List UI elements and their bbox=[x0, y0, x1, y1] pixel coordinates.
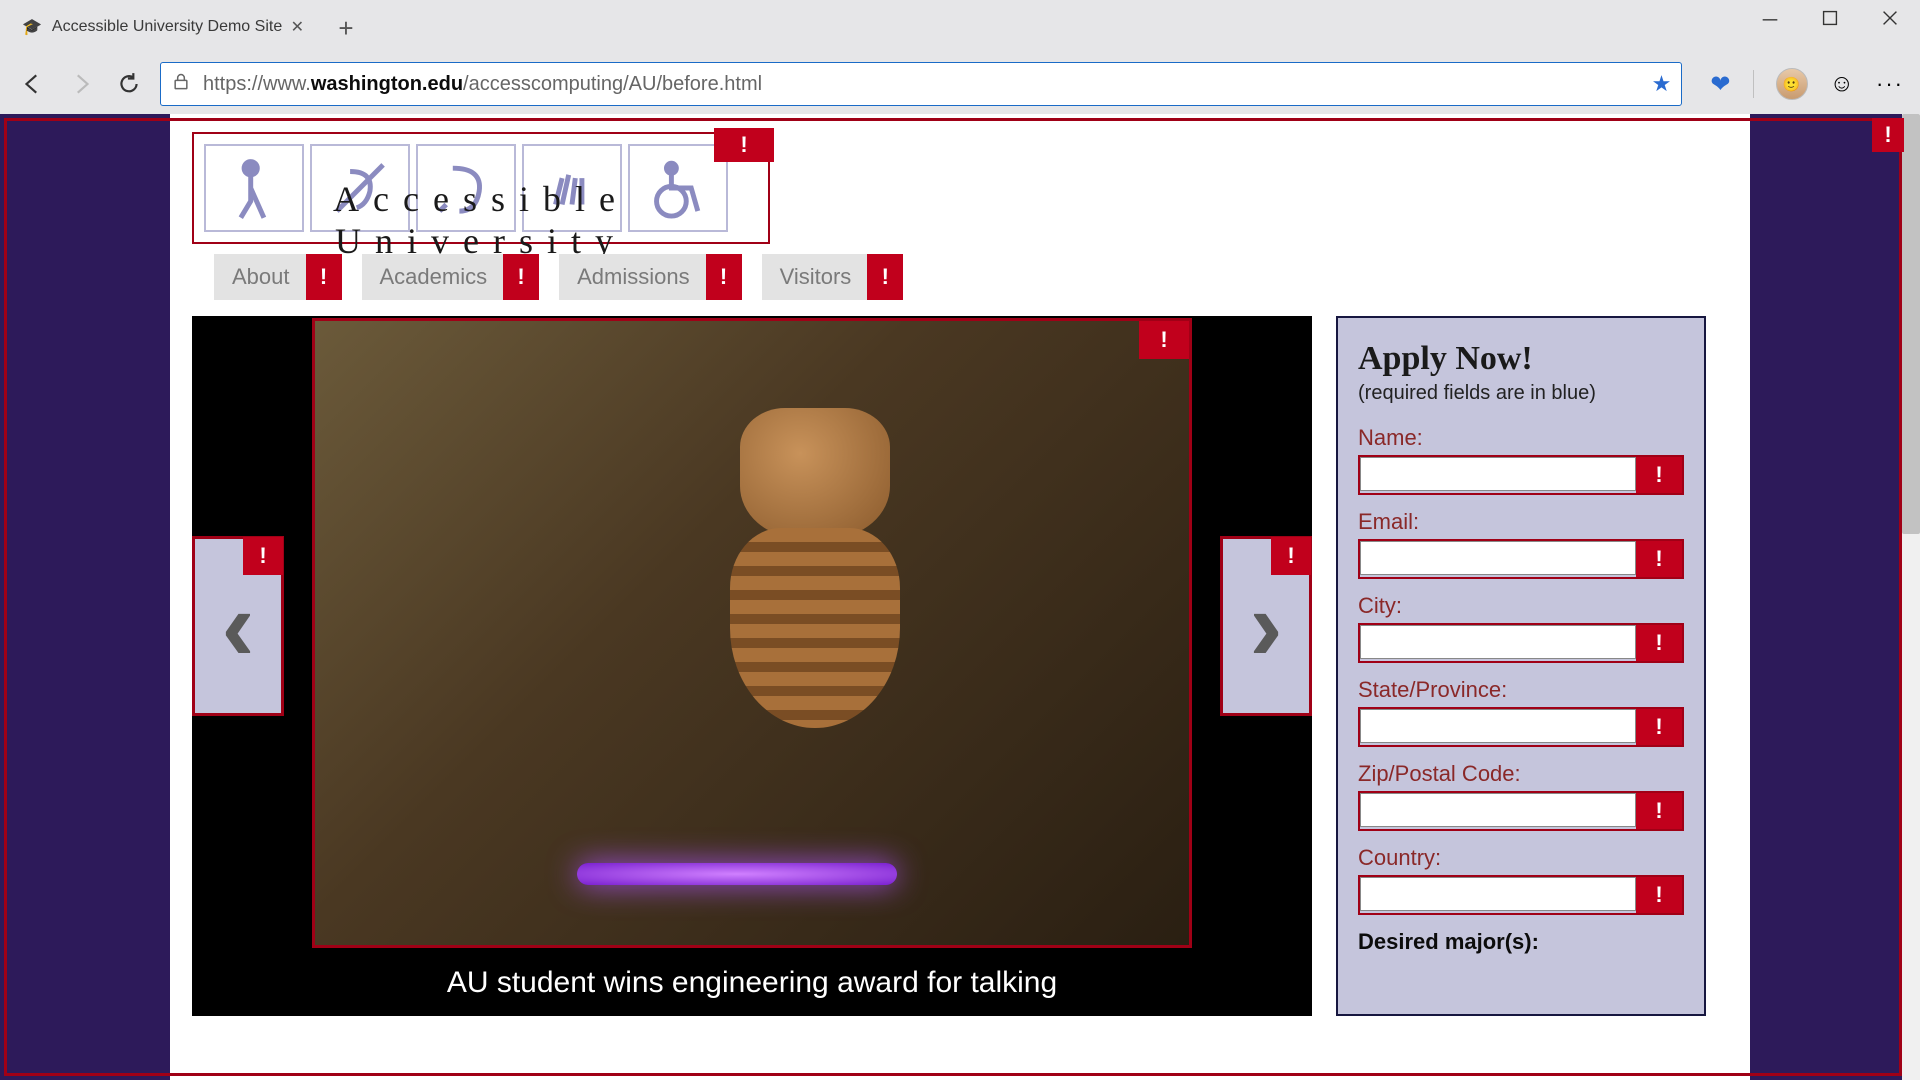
label-city: City: bbox=[1358, 593, 1684, 619]
favorites-icon[interactable]: ❤ bbox=[1710, 70, 1730, 99]
favicon-icon: 🎓 bbox=[22, 17, 42, 37]
logo-icon-sign-language bbox=[522, 144, 622, 232]
tab-title: Accessible University Demo Site bbox=[52, 18, 283, 36]
carousel-caption: AU student wins engineering award for ta… bbox=[447, 966, 1057, 1000]
carousel: ! ‹ ! › ! AU student wins engineering aw… bbox=[192, 316, 1312, 1016]
logo-icon-ear bbox=[416, 144, 516, 232]
field-country: Country: ! bbox=[1358, 845, 1684, 915]
input-email[interactable] bbox=[1360, 541, 1636, 575]
label-state: State/Province: bbox=[1358, 677, 1684, 703]
field-state: State/Province: ! bbox=[1358, 677, 1684, 747]
majors-label: Desired major(s): bbox=[1358, 929, 1684, 955]
chevron-right-icon: › bbox=[1249, 576, 1282, 676]
label-zip: Zip/Postal Code: bbox=[1358, 761, 1684, 787]
error-badge-nav[interactable]: ! bbox=[867, 254, 903, 300]
nav-admissions[interactable]: Admissions ! bbox=[559, 254, 741, 300]
accessibility-error-badge[interactable]: ! bbox=[1872, 118, 1904, 152]
label-name: Name: bbox=[1358, 425, 1684, 451]
close-window-button[interactable] bbox=[1860, 0, 1920, 36]
apply-form: Apply Now! (required fields are in blue)… bbox=[1336, 316, 1706, 1016]
error-badge-arrow[interactable]: ! bbox=[243, 537, 283, 575]
refresh-button[interactable] bbox=[112, 67, 146, 101]
nav-about[interactable]: About ! bbox=[214, 254, 342, 300]
carousel-prev-button[interactable]: ‹ ! bbox=[192, 536, 284, 716]
toolbar-right: ❤ 🙂 ☺ ··· bbox=[1710, 68, 1904, 100]
favorite-star-icon[interactable]: ★ bbox=[1652, 71, 1672, 97]
minimize-button[interactable] bbox=[1740, 0, 1800, 36]
more-icon[interactable]: ··· bbox=[1876, 71, 1904, 97]
browser-toolbar: https://www.washington.edu/accesscomputi… bbox=[0, 54, 1920, 114]
divider bbox=[1753, 70, 1754, 98]
forward-button[interactable] bbox=[64, 67, 98, 101]
field-zip: Zip/Postal Code: ! bbox=[1358, 761, 1684, 831]
titlebar: 🎓 Accessible University Demo Site ✕ + bbox=[0, 0, 1920, 54]
logo-icon-no-hearing bbox=[310, 144, 410, 232]
feedback-icon[interactable]: ☺ bbox=[1830, 70, 1855, 98]
page-viewport: ! Accessible University ! About ! bbox=[0, 114, 1920, 1080]
input-state[interactable] bbox=[1360, 709, 1636, 743]
required-note: (required fields are in blue) bbox=[1358, 382, 1684, 405]
carousel-next-button[interactable]: › ! bbox=[1220, 536, 1312, 716]
main-nav: About ! Academics ! Admissions ! Visitor… bbox=[214, 254, 1728, 300]
error-badge-nav[interactable]: ! bbox=[706, 254, 742, 300]
browser-window: 🎓 Accessible University Demo Site ✕ + bbox=[0, 0, 1920, 1080]
browser-tab[interactable]: 🎓 Accessible University Demo Site ✕ bbox=[8, 6, 318, 48]
error-badge-nav[interactable]: ! bbox=[306, 254, 342, 300]
chevron-left-icon: ‹ bbox=[221, 576, 254, 676]
scrollbar-thumb[interactable] bbox=[1902, 114, 1920, 534]
scrollbar[interactable] bbox=[1902, 114, 1920, 1080]
form-heading: Apply Now! bbox=[1358, 340, 1684, 378]
window-controls bbox=[1740, 0, 1920, 36]
input-zip[interactable] bbox=[1360, 793, 1636, 827]
maximize-button[interactable] bbox=[1800, 0, 1860, 36]
close-tab-icon[interactable]: ✕ bbox=[291, 17, 304, 37]
back-button[interactable] bbox=[16, 67, 50, 101]
logo-icon-wheelchair bbox=[628, 144, 728, 232]
label-country: Country: bbox=[1358, 845, 1684, 871]
error-badge-input[interactable]: ! bbox=[1636, 793, 1682, 829]
page-content: Accessible University ! About ! Academic… bbox=[170, 114, 1750, 1080]
error-badge-input[interactable]: ! bbox=[1636, 709, 1682, 745]
url-text: https://www.washington.edu/accesscomputi… bbox=[203, 73, 1646, 96]
nav-visitors[interactable]: Visitors ! bbox=[762, 254, 904, 300]
address-bar[interactable]: https://www.washington.edu/accesscomputi… bbox=[160, 62, 1682, 106]
error-badge-slide[interactable]: ! bbox=[1139, 321, 1189, 359]
error-badge-nav[interactable]: ! bbox=[503, 254, 539, 300]
carousel-slide-image: ! bbox=[312, 318, 1192, 948]
error-badge-input[interactable]: ! bbox=[1636, 541, 1682, 577]
profile-avatar[interactable]: 🙂 bbox=[1776, 68, 1808, 100]
field-email: Email: ! bbox=[1358, 509, 1684, 579]
lock-icon bbox=[171, 72, 191, 97]
field-name: Name: ! bbox=[1358, 425, 1684, 495]
error-badge-logo[interactable]: ! bbox=[714, 128, 774, 162]
error-badge-input[interactable]: ! bbox=[1636, 457, 1682, 493]
main-content: ! ‹ ! › ! AU student wins engineering aw… bbox=[192, 316, 1728, 1016]
logo-icon-person-cane bbox=[204, 144, 304, 232]
error-badge-input[interactable]: ! bbox=[1636, 625, 1682, 661]
site-logo[interactable]: Accessible University ! bbox=[192, 132, 770, 244]
field-city: City: ! bbox=[1358, 593, 1684, 663]
error-badge-arrow[interactable]: ! bbox=[1271, 537, 1311, 575]
nav-academics[interactable]: Academics ! bbox=[362, 254, 540, 300]
new-tab-button[interactable]: + bbox=[328, 10, 364, 46]
error-badge-input[interactable]: ! bbox=[1636, 877, 1682, 913]
input-name[interactable] bbox=[1360, 457, 1636, 491]
input-city[interactable] bbox=[1360, 625, 1636, 659]
input-country[interactable] bbox=[1360, 877, 1636, 911]
label-email: Email: bbox=[1358, 509, 1684, 535]
